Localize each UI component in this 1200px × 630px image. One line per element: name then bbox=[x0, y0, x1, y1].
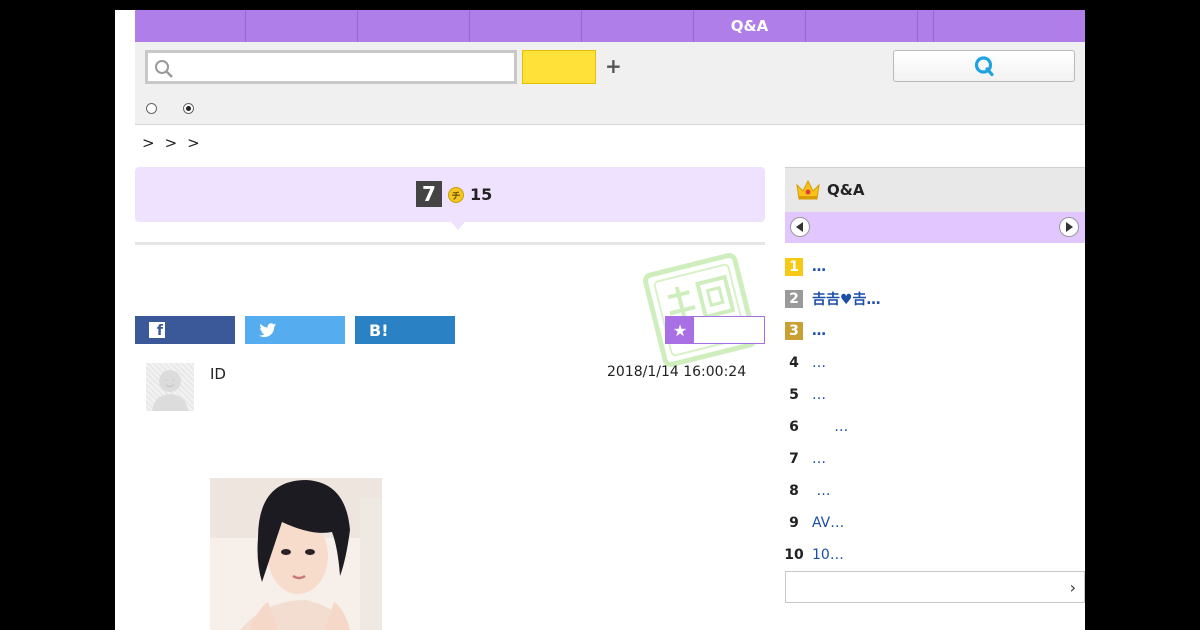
search-button[interactable] bbox=[522, 50, 596, 84]
rank-number: 2 bbox=[785, 290, 803, 308]
crown-icon bbox=[796, 179, 820, 200]
ranking-item-6[interactable]: 6 … bbox=[785, 411, 1085, 443]
ranking-header: Q&A bbox=[785, 167, 1085, 212]
default-user-icon bbox=[152, 370, 188, 411]
breadcrumb-separator: > bbox=[142, 134, 155, 152]
nav-item-5[interactable] bbox=[582, 10, 694, 42]
post-timestamp: 2018/1/14 16:00:24 bbox=[607, 364, 747, 380]
ranking-item-title[interactable]: … bbox=[812, 259, 826, 275]
ranking-tabs bbox=[785, 212, 1085, 243]
avatar[interactable] bbox=[146, 363, 194, 411]
ranking-item-2[interactable]: 2 𠮷𠮷♥𠮷… bbox=[785, 283, 1085, 315]
rank-number: 3 bbox=[785, 322, 803, 340]
nav-item-2[interactable] bbox=[246, 10, 358, 42]
q-logo-icon bbox=[974, 56, 994, 77]
answered-stamp-icon bbox=[643, 253, 757, 367]
breadcrumb-separator: > bbox=[187, 134, 200, 152]
chevron-right-icon: › bbox=[1069, 577, 1076, 597]
rank-number: 8 bbox=[789, 483, 799, 499]
prev-arrow-button[interactable] bbox=[790, 217, 810, 237]
search-input[interactable] bbox=[180, 55, 510, 79]
nav-item-qa[interactable]: Q&A bbox=[694, 10, 806, 42]
search-scope-radios bbox=[146, 103, 194, 114]
answer-count-badge: 7 bbox=[416, 181, 442, 207]
triangle-left-icon bbox=[796, 222, 803, 232]
rank-number: 6 bbox=[789, 419, 799, 435]
ranking-item-5[interactable]: 5 … bbox=[785, 379, 1085, 411]
rank-number: 1 bbox=[785, 258, 803, 276]
ranking-list: 1 … 2 𠮷𠮷♥𠮷… 3 … 4 … 5 … 6 … 7 … 8 … 9 AV… bbox=[784, 251, 1085, 571]
twitter-share-button[interactable] bbox=[245, 316, 345, 344]
divider bbox=[135, 242, 765, 245]
page: Q&A + > > > 7 チ 15 f B! ★ ID 2018/1/14 1… bbox=[115, 10, 1085, 630]
ask-question-button[interactable] bbox=[893, 50, 1075, 82]
rank-number: 4 bbox=[789, 355, 799, 371]
global-nav: Q&A bbox=[135, 10, 1085, 42]
ranking-item-title[interactable]: … bbox=[812, 483, 830, 499]
search-icon bbox=[155, 60, 173, 78]
ranking-panel: Q&A 1 … 2 𠮷𠮷♥𠮷… 3 … 4 … 5 … 6 … 7 … 8 … … bbox=[784, 167, 1085, 603]
rank-number: 9 bbox=[789, 515, 799, 531]
rank-number: 7 bbox=[789, 451, 799, 467]
rank-number: 5 bbox=[789, 387, 799, 403]
radio-option-1[interactable] bbox=[146, 103, 157, 114]
facebook-share-button[interactable]: f bbox=[135, 316, 235, 344]
ranking-more-button[interactable]: › bbox=[785, 571, 1085, 603]
star-icon: ★ bbox=[666, 317, 694, 343]
plus-icon[interactable]: + bbox=[605, 54, 622, 78]
nav-item-3[interactable] bbox=[358, 10, 470, 42]
ranking-item-title[interactable]: AV… bbox=[812, 515, 844, 531]
question-header: 7 チ 15 bbox=[135, 167, 765, 230]
favorite-button[interactable]: ★ bbox=[665, 316, 765, 344]
ranking-title: Q&A bbox=[827, 181, 865, 199]
ranking-item-8[interactable]: 8 … bbox=[785, 475, 1085, 507]
post-photo[interactable] bbox=[210, 478, 382, 630]
user-id[interactable]: ID bbox=[210, 365, 226, 383]
ranking-item-title[interactable]: … bbox=[812, 419, 848, 435]
nav-item-8[interactable] bbox=[918, 10, 934, 42]
nav-item-4[interactable] bbox=[470, 10, 582, 42]
nav-item-1[interactable] bbox=[135, 10, 246, 42]
ranking-item-title[interactable]: … bbox=[812, 355, 826, 371]
ranking-item-3[interactable]: 3 … bbox=[785, 315, 1085, 347]
ranking-item-title[interactable]: … bbox=[812, 451, 826, 467]
ranking-item-title[interactable]: … bbox=[812, 323, 826, 339]
nav-item-9[interactable] bbox=[934, 10, 1085, 42]
breadcrumb-separator: > bbox=[164, 134, 178, 152]
rank-number: 10 bbox=[784, 547, 804, 563]
ranking-item-7[interactable]: 7 … bbox=[785, 443, 1085, 475]
search-area: + bbox=[135, 42, 1085, 125]
search-box[interactable] bbox=[145, 50, 517, 84]
hatena-bookmark-button[interactable]: B! bbox=[355, 316, 455, 344]
triangle-right-icon bbox=[1066, 222, 1073, 232]
radio-option-2[interactable] bbox=[183, 103, 194, 114]
ranking-item-10[interactable]: 10 10… bbox=[784, 539, 1085, 571]
ranking-item-title[interactable]: 10… bbox=[812, 547, 844, 563]
facebook-icon: f bbox=[149, 322, 165, 338]
ranking-item-4[interactable]: 4 … bbox=[785, 347, 1085, 379]
nav-item-7[interactable] bbox=[806, 10, 918, 42]
ranking-item-9[interactable]: 9 AV… bbox=[785, 507, 1085, 539]
twitter-bird-icon bbox=[259, 322, 277, 337]
ranking-item-title[interactable]: 𠮷𠮷♥𠮷… bbox=[812, 289, 881, 309]
hatena-label: B! bbox=[369, 320, 389, 340]
ranking-item-title[interactable]: … bbox=[812, 387, 826, 403]
ranking-item-1[interactable]: 1 … bbox=[785, 251, 1085, 283]
coin-count: 15 bbox=[470, 184, 493, 204]
breadcrumb: > > > bbox=[142, 134, 200, 152]
coin-icon: チ bbox=[448, 187, 464, 203]
next-arrow-button[interactable] bbox=[1059, 217, 1079, 237]
